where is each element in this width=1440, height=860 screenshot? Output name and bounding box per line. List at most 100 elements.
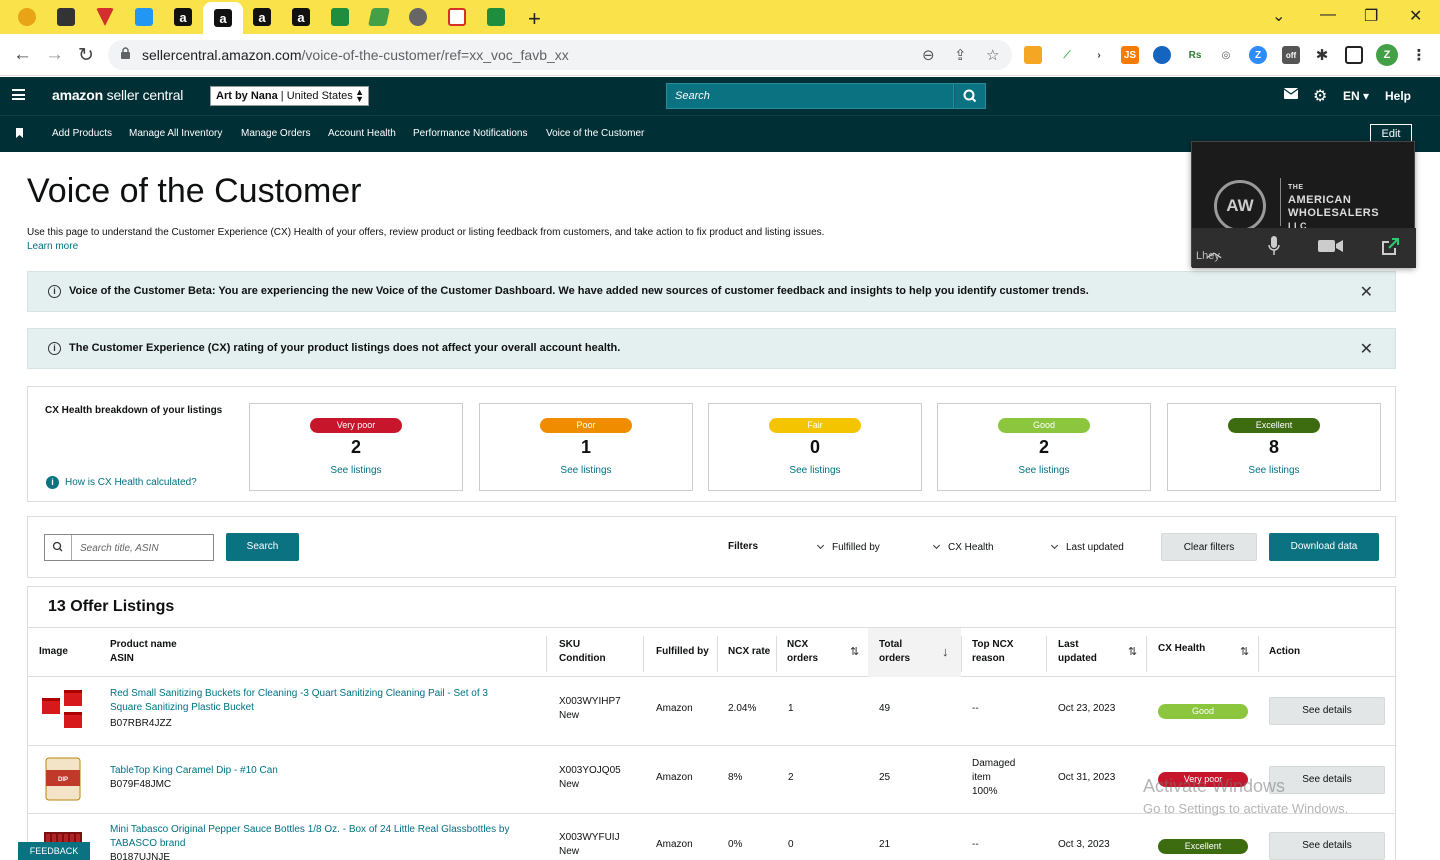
tab-7[interactable] [360,4,398,30]
tab-amazon-active[interactable]: a [203,2,243,34]
nav-manage-orders[interactable]: Manage Orders [241,128,310,139]
see-listings-link[interactable]: See listings [250,465,462,476]
minimize-icon[interactable]: — [1320,6,1336,24]
col-last-updated[interactable]: Last updated [1058,638,1097,666]
see-details-button[interactable]: See details [1269,766,1385,794]
col-cx-health[interactable]: CX Health [1158,642,1205,656]
fulfilled-by-filter[interactable]: Fulfilled by [816,541,880,553]
side-panel-icon[interactable] [1345,46,1363,64]
close-window-icon[interactable]: ✕ [1409,6,1422,26]
cx-health-filter[interactable]: CX Health [932,541,994,553]
cx-card-fair: Fair 0 See listings [708,403,922,491]
restore-icon[interactable]: ❐ [1364,6,1378,26]
language-selector[interactable]: EN ▾ [1343,89,1369,103]
nav-add-products[interactable]: Add Products [52,128,112,139]
clear-filters-button[interactable]: Clear filters [1161,533,1257,561]
see-listings-link[interactable]: See listings [709,465,921,476]
bookmark-star-icon[interactable]: ☆ [986,46,999,64]
product-name-link[interactable]: TableTop King Caramel Dip - #10 Can [110,764,278,778]
cx-card-very-poor: Very poor 2 See listings [249,403,463,491]
page-description: Use this page to understand the Customer… [27,227,825,238]
extension-icon[interactable]: Rs [1186,46,1204,64]
search-button[interactable]: Search [226,533,299,561]
extension-icon[interactable]: off [1282,46,1300,64]
popout-icon[interactable] [1380,237,1400,262]
extensions-puzzle-icon[interactable]: ✱ [1313,46,1331,64]
nav-performance-notifications[interactable]: Performance Notifications [413,128,528,139]
extension-icon[interactable]: ⟋ [1058,46,1076,64]
feedback-button[interactable]: FEEDBACK [18,842,90,860]
sort-icon[interactable]: ⇅ [850,645,859,658]
amazon-favicon-icon: a [292,8,310,26]
learn-more-link[interactable]: Learn more [27,241,78,252]
see-details-button[interactable]: See details [1269,697,1385,725]
close-icon[interactable]: ✕ [1360,282,1373,302]
header-search-input[interactable]: Search [666,83,954,109]
bookmark-icon[interactable] [16,128,23,138]
product-name-link[interactable]: Red Small Sanitizing Buckets for Cleanin… [110,687,488,715]
header-search-button[interactable] [954,83,986,109]
new-tab-button[interactable]: + [528,6,541,32]
store-selector[interactable]: Art by Nana | United States ▲ ▼ [210,86,369,106]
share-icon[interactable]: ⇪ [954,46,967,64]
tab-gmail[interactable] [438,4,476,30]
mail-icon[interactable] [1283,88,1299,102]
tab-search-icon[interactable]: ⌄ [1272,6,1285,26]
seller-central-logo[interactable]: amazon seller central [52,87,183,103]
tab-4[interactable] [125,4,163,30]
tab-amazon-1[interactable]: a [164,4,202,30]
cx-health-calc-link[interactable]: i How is CX Health calculated? [46,476,197,489]
microphone-icon[interactable] [1268,236,1280,261]
sort-descending-icon[interactable]: ↓ [942,644,949,659]
forward-icon[interactable]: → [45,44,64,66]
nav-manage-inventory[interactable]: Manage All Inventory [129,128,222,139]
nav-account-health[interactable]: Account Health [328,128,396,139]
extension-icon[interactable] [1153,46,1171,64]
last-updated: Oct 23, 2023 [1058,703,1116,714]
reload-icon[interactable]: ↻ [78,44,94,67]
extension-icon[interactable] [1024,46,1042,64]
extension-icon[interactable]: Z [1249,46,1267,64]
see-listings-link[interactable]: See listings [480,465,692,476]
camera-icon[interactable] [1318,239,1344,258]
tab-8[interactable] [399,4,437,30]
col-total-orders[interactable]: Total orders [879,638,910,666]
table-row: Red Small Sanitizing Buckets for Cleanin… [28,678,1395,746]
settings-gear-icon[interactable]: ⚙ [1313,86,1327,106]
profile-avatar[interactable]: Z [1376,44,1398,66]
extension-icon[interactable]: ◎ [1217,46,1235,64]
total-orders: 21 [879,839,891,850]
product-name-link[interactable]: Mini Tabasco Original Pepper Sauce Bottl… [110,823,509,851]
extension-icon[interactable]: › [1090,46,1108,64]
windows-activation-watermark: Activate Windows [1143,776,1286,796]
tab-amazon-3[interactable]: a [243,4,281,30]
col-ncx-orders[interactable]: NCX orders [787,638,818,666]
close-icon[interactable]: ✕ [1360,339,1373,359]
nav-voice-of-customer[interactable]: Voice of the Customer [546,128,644,139]
see-listings-link[interactable]: See listings [1168,465,1380,476]
download-data-button[interactable]: Download data [1269,533,1379,561]
listing-search-input[interactable]: Search title, ASIN [44,534,214,561]
tab-2[interactable] [47,4,85,30]
tab-sheets-2[interactable] [477,4,515,30]
sort-icon[interactable]: ⇅ [1240,645,1249,658]
back-icon[interactable]: ← [13,44,32,66]
tab-3[interactable] [86,4,124,30]
cx-health-breakdown: CX Health breakdown of your listings i H… [27,386,1396,502]
tab-1[interactable] [8,4,46,30]
extension-icon[interactable]: JS [1121,46,1139,64]
sort-icon[interactable]: ⇅ [1128,645,1137,658]
see-listings-link[interactable]: See listings [938,465,1150,476]
tab-amazon-4[interactable]: a [282,4,320,30]
last-updated-filter[interactable]: Last updated [1050,541,1124,553]
cx-card-good: Good 2 See listings [937,403,1151,491]
help-link[interactable]: Help [1385,89,1411,103]
see-details-button[interactable]: See details [1269,832,1385,860]
menu-icon[interactable] [12,89,25,100]
col-sku: SKU Condition [559,639,606,664]
address-bar[interactable]: sellercentral.amazon.com/voice-of-the-cu… [108,40,1012,70]
browser-menu-icon[interactable]: ⋮ [1410,46,1428,64]
tab-sheets-1[interactable] [321,4,359,30]
video-call-overlay[interactable]: AW THE AMERICAN WHOLESALERS LLC ︿ Lhey [1191,141,1416,268]
zoom-icon[interactable]: ⊖ [922,46,935,64]
